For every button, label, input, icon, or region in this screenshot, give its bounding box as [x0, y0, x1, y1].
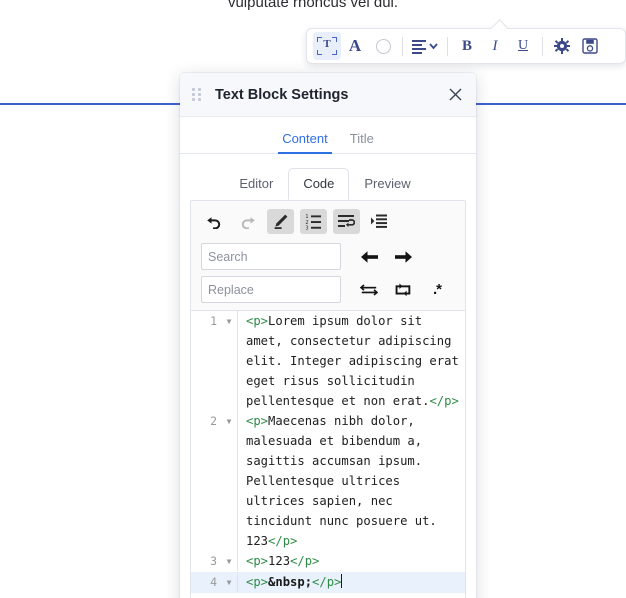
code-line[interactable]: 1 ▼ <p>Lorem ipsum dolor sit amet, conse… [191, 311, 465, 411]
redo-icon[interactable] [234, 209, 261, 234]
line-text[interactable]: <p>Maecenas nibh dolor, malesuada et bib… [237, 411, 465, 551]
save-icon[interactable] [576, 32, 604, 60]
tag-open: <p> [246, 575, 268, 589]
text-block-settings-dialog: Text Block Settings Content Title Editor… [180, 73, 476, 598]
regex-toggle[interactable]: .* [427, 280, 447, 300]
text-block-frame-icon: T [317, 37, 337, 55]
line-number: 2 [191, 411, 221, 431]
word-wrap-icon[interactable] [333, 209, 360, 234]
line-number: 3 [191, 551, 221, 571]
tab-content[interactable]: Content [282, 131, 328, 153]
close-icon[interactable] [442, 82, 468, 108]
text-block-icon[interactable]: T [313, 32, 341, 60]
tag-close: </p> [312, 575, 341, 589]
svg-text:3: 3 [305, 225, 308, 230]
underline-letter: U [518, 38, 528, 54]
replace-row: Replace [191, 273, 465, 310]
mode-preview[interactable]: Preview [349, 168, 425, 200]
code-line-active[interactable]: 4 ▼ <p>&nbsp;</p> [191, 572, 465, 593]
indent-icon[interactable] [366, 209, 393, 234]
mode-code[interactable]: Code [288, 168, 349, 200]
line-text[interactable]: <p>&nbsp;</p> [237, 572, 465, 592]
line-numbers-icon[interactable]: 123 [300, 209, 327, 234]
drag-handle-icon[interactable] [192, 88, 202, 102]
line-number: 1 [191, 311, 221, 331]
undo-icon[interactable] [201, 209, 228, 234]
line-text[interactable]: <p>Lorem ipsum dolor sit amet, consectet… [237, 311, 465, 411]
text-cursor [341, 574, 342, 588]
highlight-pen-icon[interactable] [267, 209, 294, 234]
tag-close: </p> [429, 394, 458, 408]
font-letter: A [349, 36, 361, 56]
floating-format-toolbar: T A B I [306, 28, 626, 64]
settings-icon[interactable] [548, 32, 576, 60]
editor-toolbar: 123 [191, 201, 465, 240]
code-line[interactable]: 2 ▼ <p>Maecenas nibh dolor, malesuada et… [191, 411, 465, 551]
align-icon[interactable] [408, 32, 442, 60]
tab-title[interactable]: Title [350, 131, 374, 153]
fold-arrow-icon[interactable]: ▼ [221, 551, 237, 572]
line-text[interactable]: <p>123</p> [237, 551, 465, 571]
swap-icon[interactable] [359, 280, 379, 300]
bold-letter: B [462, 38, 472, 55]
fold-arrow-icon[interactable]: ▼ [221, 572, 237, 593]
search-actions [351, 247, 413, 267]
tag-open: <p> [246, 414, 268, 428]
toolbar-divider-2 [447, 37, 448, 56]
fold-arrow-icon[interactable]: ▼ [221, 411, 237, 432]
html-entity: &nbsp; [268, 575, 312, 589]
tag-close: </p> [268, 534, 297, 548]
italic-letter: I [493, 38, 498, 55]
dialog-title: Text Block Settings [215, 87, 442, 103]
find-previous-icon[interactable] [359, 247, 379, 267]
dialog-header[interactable]: Text Block Settings [180, 73, 476, 117]
replace-all-icon[interactable] [393, 280, 413, 300]
code-content[interactable]: 1 ▼ <p>Lorem ipsum dolor sit amet, conse… [191, 310, 465, 598]
dialog-tabs: Content Title [180, 117, 476, 154]
screen-root: vulputate rhoncus vel dui. T A [0, 0, 626, 598]
line-number: 4 [191, 572, 221, 592]
code-editor: 1 2 3 [190, 200, 466, 598]
tag-open: <p> [246, 554, 268, 568]
toolbar-divider-1 [402, 37, 403, 56]
search-input[interactable]: Search [201, 243, 341, 270]
replace-input[interactable]: Replace [201, 276, 341, 303]
page-paragraph-text: vulputate rhoncus vel dui. [0, 0, 626, 12]
find-next-icon[interactable] [393, 247, 413, 267]
plain-text: Maecenas nibh dolor, malesuada et bibend… [246, 414, 444, 548]
font-icon[interactable]: A [341, 32, 369, 60]
underline-icon[interactable]: U [509, 32, 537, 60]
search-row: Search [191, 240, 465, 273]
color-circle-icon [376, 39, 391, 54]
tag-close: </p> [290, 554, 319, 568]
bold-icon[interactable]: B [453, 32, 481, 60]
tag-open: <p> [246, 314, 268, 328]
replace-actions: .* [351, 280, 447, 300]
mode-editor[interactable]: Editor [224, 168, 288, 200]
code-line[interactable]: 3 ▼ <p>123</p> [191, 551, 465, 572]
italic-icon[interactable]: I [481, 32, 509, 60]
toolbar-divider-3 [542, 37, 543, 56]
text-block-letter: T [317, 38, 337, 50]
plain-text: 123 [268, 554, 290, 568]
text-color-icon[interactable] [369, 32, 397, 60]
fold-arrow-icon[interactable]: ▼ [221, 311, 237, 332]
mode-switcher: Editor Code Preview [180, 154, 476, 200]
